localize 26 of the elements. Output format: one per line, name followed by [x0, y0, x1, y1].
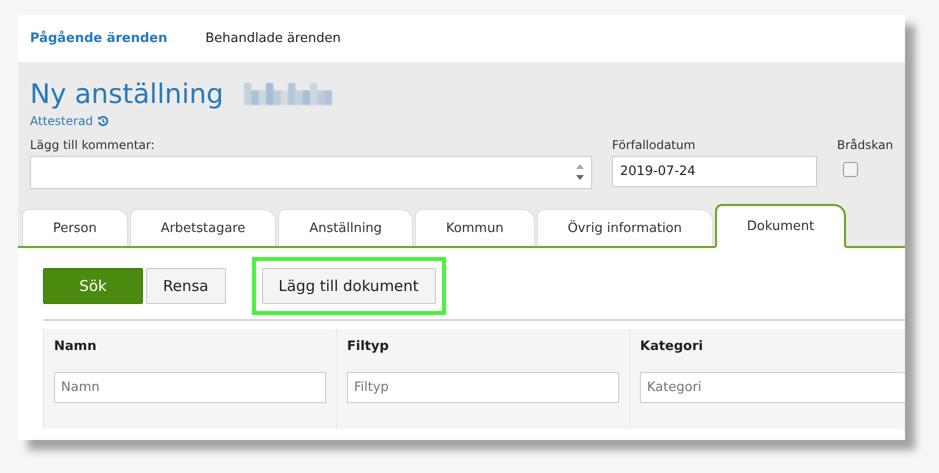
field-label: Förfallodatum	[612, 138, 696, 152]
field-label: Lägg till kommentar:	[30, 138, 156, 152]
filter-field[interactable]: Filtyp	[347, 372, 619, 403]
comment-field[interactable]	[30, 156, 592, 189]
tab[interactable]: Person	[22, 209, 128, 246]
column-header: Namn	[54, 339, 98, 354]
field-label: Brådskan	[837, 138, 894, 152]
nav-tab[interactable]: Behandlade ärenden	[205, 31, 341, 46]
action-button[interactable]: Rensa	[146, 268, 226, 304]
tab[interactable]: Övrig information	[536, 209, 713, 246]
filter-field[interactable]: Kategori	[640, 372, 905, 403]
status-link[interactable]: Attesterad	[30, 114, 94, 128]
page-title: Ny anställning	[30, 78, 224, 110]
column-header: Filtyp	[347, 339, 390, 354]
urgent-checkbox[interactable]	[843, 162, 858, 177]
tab[interactable]: Anställning	[278, 209, 413, 246]
add-document-button[interactable]: Lägg till dokument	[262, 268, 436, 304]
tab[interactable]: Arbetstagare	[130, 209, 276, 246]
column-header: Kategori	[640, 339, 704, 354]
date-field[interactable]: 2019-07-24	[612, 156, 817, 187]
tab[interactable]: Dokument	[714, 204, 846, 248]
filter-field[interactable]: Namn	[54, 372, 326, 403]
nav-tab[interactable]: Pågående ärenden	[30, 31, 168, 46]
history-icon[interactable]	[97, 115, 110, 127]
tab[interactable]: Kommun	[414, 209, 535, 246]
action-button[interactable]: Sök	[43, 268, 143, 304]
